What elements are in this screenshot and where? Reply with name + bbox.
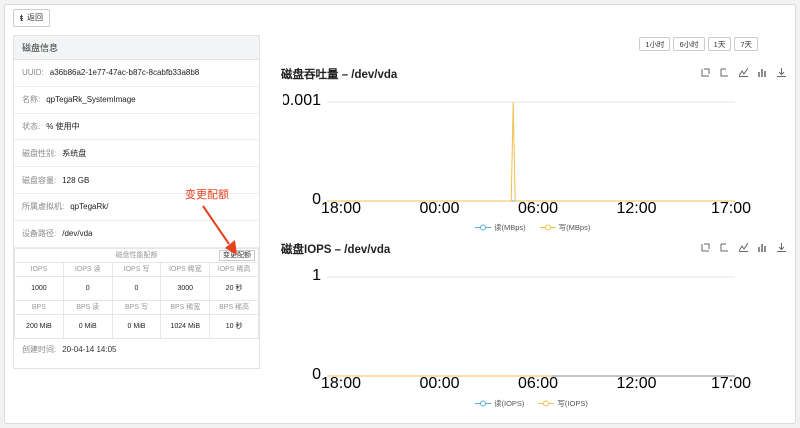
iops-chart-title: 磁盘IOPS – /dev/vda (281, 244, 391, 256)
qos-value: 3000 (160, 275, 211, 301)
info-value: 128 GB (62, 175, 90, 185)
range-1d-button[interactable]: 1天 (707, 37, 732, 51)
range-6h-button[interactable]: 6小时 (673, 37, 705, 51)
y-tick-label: 0 (312, 191, 321, 208)
chart-toolbox (701, 243, 786, 252)
x-tick-label: 17:00 (711, 200, 751, 217)
x-tick-label: 00:00 (419, 200, 459, 217)
qos-value: 0 (111, 275, 162, 301)
iops-legend: 读(IOPS) 写(IOPS) (475, 398, 588, 409)
qos-header: BPS 稀高 (209, 299, 259, 315)
x-tick-label: 12:00 (616, 200, 656, 217)
link-icon: % (46, 121, 54, 131)
qos-caption: 磁盘性能配额 (115, 252, 158, 260)
throughput-chart-title: 磁盘吞吐量 – /dev/vda (281, 69, 398, 81)
qos-header: IOPS 稀高 (209, 261, 259, 277)
y-tick-label: 1 (312, 267, 321, 284)
status-text: 使用中 (55, 121, 80, 131)
throughput-legend: 读(MBps) 写(MBps) (475, 222, 590, 233)
info-value: a36b86a2-1e77-47ac-b87c-8cabfb33a8b8 (49, 68, 200, 78)
qos-header: IOPS (14, 261, 64, 277)
download-icon[interactable] (777, 243, 786, 252)
bar-icon[interactable] (758, 68, 767, 77)
legend-read[interactable]: 读(IOPS) (475, 398, 524, 409)
qos-header: IOPS 写 (111, 261, 162, 277)
back-button[interactable]: ŧ 返回 (13, 9, 50, 27)
x-tick-label: 18:00 (321, 200, 361, 217)
info-value: 系统盘 (62, 148, 87, 158)
info-row-type: 磁盘性别: 系统盘 (14, 140, 259, 168)
info-key: 所属虚拟机: (22, 202, 65, 212)
info-key: UUID: (22, 68, 44, 78)
info-value: 20-04-14 14:05 (62, 345, 117, 355)
qos-value: 0 MiB (62, 313, 113, 339)
info-key: 磁盘容量: (22, 175, 57, 185)
info-key: 设备路径: (22, 229, 57, 239)
qos-header: BPS 读 (62, 299, 113, 315)
info-value: qpTegaRk/ (70, 202, 109, 212)
status-badge: % 使用中 (46, 121, 79, 132)
qos-value: 20 秒 (209, 275, 259, 301)
annotation-arrow-icon (202, 205, 237, 255)
series-line-write (327, 101, 735, 202)
info-row-name: 名称: qpTegaRk_SystemImage (14, 87, 259, 114)
info-row-status: 状态: % 使用中 (14, 114, 259, 141)
info-row-uuid: UUID: a36b86a2-1e77-47ac-b87c-8cabfb33a8… (14, 60, 259, 87)
time-range-selector: 1小时 6小时 1天 7天 (639, 37, 758, 51)
legend-write[interactable]: 写(IOPS) (538, 398, 588, 409)
qos-value: 1024 MiB (160, 313, 211, 339)
qos-value: 0 (62, 275, 113, 301)
qos-value: 200 MiB (14, 313, 64, 339)
qos-value: 0 MiB (111, 313, 162, 339)
info-value: /dev/vda (62, 229, 93, 239)
back-label: 返回 (27, 13, 43, 22)
qos-header: BPS (14, 299, 64, 315)
qos-header: IOPS 稀宽 (160, 261, 211, 277)
range-1h-button[interactable]: 1小时 (639, 37, 671, 51)
back-icon: ŧ (20, 13, 23, 23)
x-tick-label: 06:00 (518, 375, 558, 392)
legend-label: 读(MBps) (494, 223, 526, 232)
qos-table: 磁盘性能配额 变更配额 IOPS IOPS 读 IOPS 写 IOPS 稀宽 I… (14, 247, 259, 339)
legend-read[interactable]: 读(MBps) (475, 222, 526, 233)
legend-write[interactable]: 写(MBps) (539, 222, 591, 233)
x-tick-label: 12:00 (616, 375, 656, 392)
y-tick-label: 0.001 (283, 92, 321, 109)
legend-label: 写(MBps) (558, 223, 591, 232)
bar-icon[interactable] (758, 243, 767, 252)
iops-chart: 1 018:00 00:00 06:00 12:00 17:00 (312, 267, 751, 392)
info-value: qpTegaRk_SystemImage (46, 95, 136, 105)
zoom-icon[interactable] (701, 68, 710, 77)
throughput-chart: 0.001 018:00 00:00 06:00 12:00 17:00 (283, 92, 751, 217)
qos-header: BPS 写 (111, 299, 162, 315)
zoom-reset-icon[interactable] (720, 243, 729, 252)
info-key: 创建时间: (22, 345, 57, 355)
legend-label: 读(IOPS) (494, 399, 525, 408)
x-tick-label: 17:00 (711, 375, 751, 392)
legend-label: 写(IOPS) (557, 399, 588, 408)
qos-header: BPS 稀宽 (160, 299, 211, 315)
x-tick-label: 18:00 (321, 375, 361, 392)
x-tick-label: 00:00 (419, 375, 459, 392)
x-tick-label: 06:00 (518, 200, 558, 217)
info-key: 状态: (22, 121, 41, 131)
qos-value: 10 秒 (209, 313, 259, 339)
zoom-reset-icon[interactable] (720, 68, 729, 77)
line-icon[interactable] (739, 243, 748, 252)
y-tick-label: 0 (312, 366, 321, 383)
qos-value: 1000 (14, 275, 64, 301)
qos-header: IOPS 读 (62, 261, 113, 277)
info-key: 磁盘性别: (22, 148, 57, 158)
line-icon[interactable] (739, 68, 748, 77)
zoom-icon[interactable] (701, 243, 710, 252)
chart-toolbox (701, 68, 786, 77)
info-row-created: 创建时间: 20-04-14 14:05 (14, 339, 259, 361)
range-7d-button[interactable]: 7天 (734, 37, 758, 51)
download-icon[interactable] (777, 68, 786, 77)
info-key: 名称: (22, 95, 41, 105)
panel-title: 磁盘信息 (14, 36, 259, 60)
